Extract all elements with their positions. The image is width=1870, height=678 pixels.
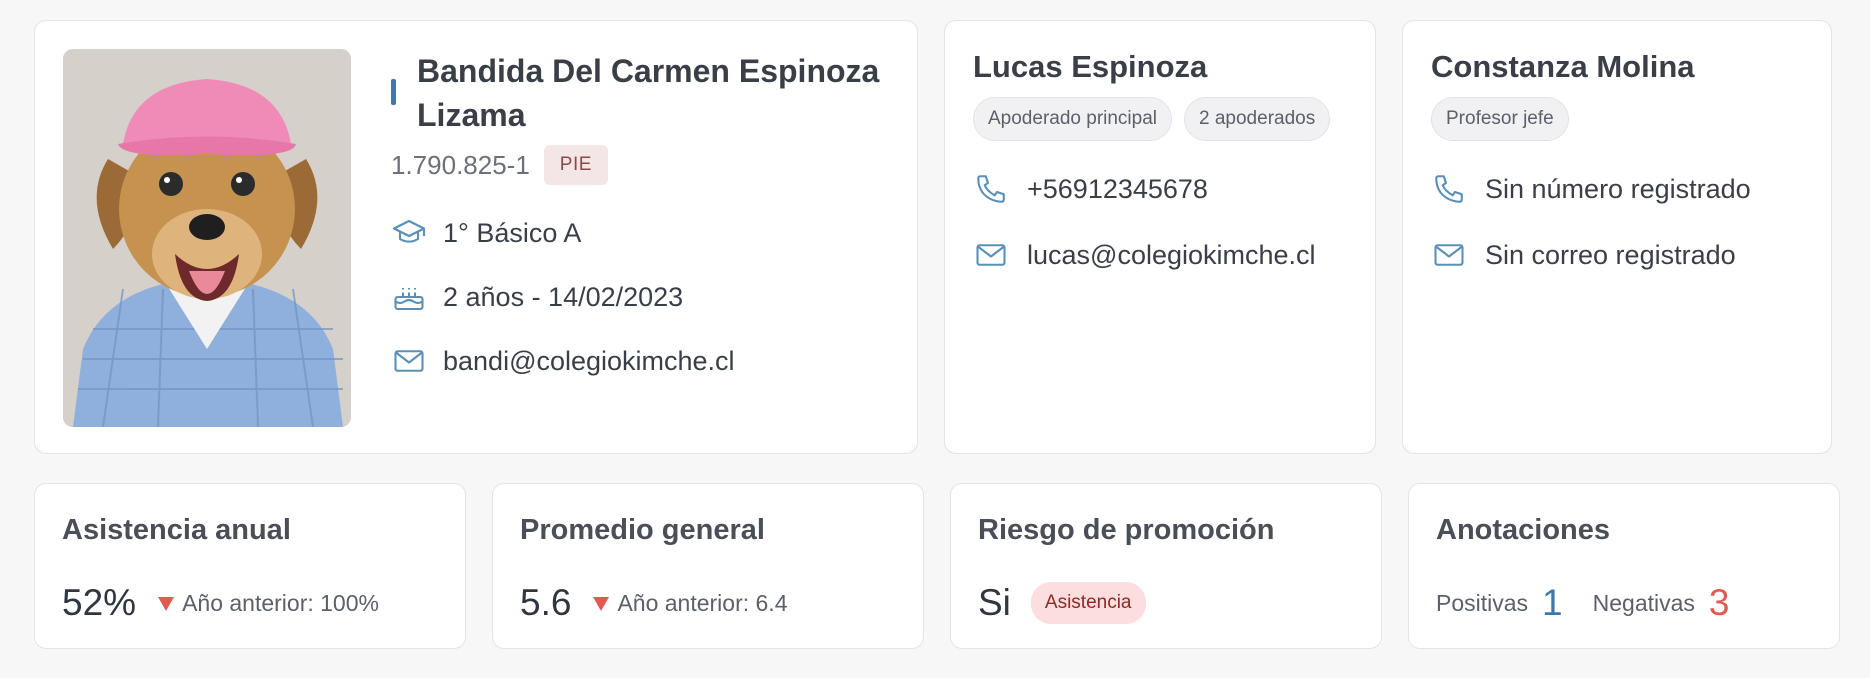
student-course: 1° Básico A <box>443 217 582 248</box>
teacher-role-badge: Profesor jefe <box>1431 97 1569 141</box>
average-title: Promedio general <box>520 514 765 546</box>
annotations-card: Anotaciones Positivas 1 Negativas 3 <box>1408 483 1840 649</box>
guardian-count-badge[interactable]: 2 apoderados <box>1184 97 1331 141</box>
promotion-risk-title: Riesgo de promoción <box>978 514 1275 546</box>
student-photo <box>63 49 351 427</box>
student-rut: 1.790.825-1 <box>391 149 530 180</box>
promotion-risk-value: Si <box>978 582 1011 623</box>
guardian-phone[interactable]: +56912345678 <box>1027 174 1208 205</box>
attendance-title: Asistencia anual <box>62 514 291 546</box>
attendance-value: 52% <box>62 582 137 623</box>
graduation-cap-icon <box>391 215 427 251</box>
average-card: Promedio general 5.6 Año anterior: 6.4 <box>492 483 924 649</box>
attendance-card: Asistencia anual 52% Año anterior: 100% <box>34 483 466 649</box>
mail-icon <box>973 237 1009 273</box>
negative-count[interactable]: 3 <box>1709 582 1730 624</box>
mail-icon <box>1431 237 1467 273</box>
student-card: Bandida Del Carmen Espinoza Lizama 1.790… <box>34 20 918 454</box>
positive-label: Positivas <box>1436 589 1529 616</box>
mail-icon <box>391 343 427 379</box>
teacher-card: Constanza Molina Profesor jefe Sin númer… <box>1402 20 1832 454</box>
trend-down-icon <box>158 597 175 611</box>
pie-badge: PIE <box>543 145 608 185</box>
student-email[interactable]: bandi@colegiokimche.cl <box>443 346 735 377</box>
risk-reason-badge: Asistencia <box>1030 582 1146 624</box>
student-name: Bandida Del Carmen Espinoza Lizama <box>417 53 880 133</box>
positive-count[interactable]: 1 <box>1542 582 1563 624</box>
student-age-birthdate: 2 años - 14/02/2023 <box>443 281 684 312</box>
teacher-email: Sin correo registrado <box>1485 239 1736 270</box>
teacher-name: Constanza Molina <box>1431 49 1695 84</box>
guardian-role-badge: Apoderado principal <box>973 97 1173 141</box>
attendance-previous: Año anterior: 100% <box>182 589 379 616</box>
guardian-email[interactable]: lucas@colegiokimche.cl <box>1027 240 1316 271</box>
cake-icon <box>391 279 427 315</box>
phone-icon <box>973 171 1009 207</box>
phone-icon <box>1431 171 1467 207</box>
trend-down-icon <box>593 597 610 611</box>
name-accent-bar <box>391 79 396 105</box>
average-value: 5.6 <box>520 582 572 623</box>
negative-label: Negativas <box>1592 589 1695 616</box>
promotion-risk-card: Riesgo de promoción Si Asistencia <box>950 483 1382 649</box>
teacher-phone: Sin número registrado <box>1485 173 1751 204</box>
guardian-name: Lucas Espinoza <box>973 49 1208 84</box>
guardian-card: Lucas Espinoza Apoderado principal 2 apo… <box>944 20 1376 454</box>
average-previous: Año anterior: 6.4 <box>617 589 788 616</box>
annotations-title: Anotaciones <box>1436 514 1611 546</box>
